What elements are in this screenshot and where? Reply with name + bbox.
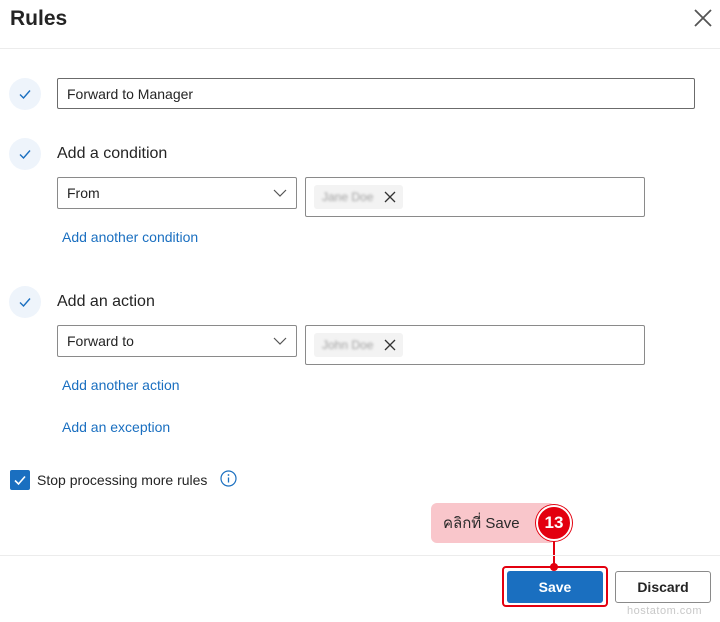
condition-dropdown-value: From [67, 185, 100, 201]
condition-heading: Add a condition [57, 145, 168, 162]
action-dropdown[interactable]: Forward to [57, 325, 297, 357]
action-dropdown-value: Forward to [67, 333, 134, 349]
condition-recipient-picker[interactable]: Jane Doe [305, 177, 645, 217]
recipient-chip: John Doe [314, 333, 404, 357]
footer-divider [0, 555, 720, 556]
rule-name-input[interactable] [57, 78, 695, 109]
recipient-chip: Jane Doe [314, 185, 404, 209]
chevron-down-icon [273, 189, 287, 197]
check-icon [9, 138, 41, 170]
add-action-link[interactable]: Add another action [62, 377, 180, 393]
check-icon [9, 286, 41, 318]
recipient-chip-label: John Doe [322, 338, 374, 352]
info-icon[interactable] [220, 470, 237, 487]
step-number-badge: 13 [536, 505, 572, 541]
add-exception-link[interactable]: Add an exception [62, 419, 170, 435]
header-divider [0, 48, 720, 49]
condition-dropdown[interactable]: From [57, 177, 297, 209]
recipient-chip-label: Jane Doe [322, 190, 374, 204]
stop-processing-label: Stop processing more rules [37, 472, 208, 488]
chevron-down-icon [273, 337, 287, 345]
stop-processing-checkbox[interactable] [10, 470, 30, 490]
annotation-highlight-box [502, 566, 608, 607]
remove-icon[interactable] [383, 190, 397, 204]
check-icon [9, 78, 41, 110]
add-condition-link[interactable]: Add another condition [62, 229, 198, 245]
action-heading: Add an action [57, 293, 155, 310]
close-button[interactable] [690, 5, 716, 31]
discard-button[interactable]: Discard [615, 571, 711, 603]
watermark: hostatom.com [627, 605, 703, 617]
page-title: Rules [10, 7, 68, 30]
remove-icon[interactable] [383, 338, 397, 352]
close-icon[interactable] [690, 5, 716, 31]
checkmark-icon [14, 475, 26, 486]
action-recipient-picker[interactable]: John Doe [305, 325, 645, 365]
